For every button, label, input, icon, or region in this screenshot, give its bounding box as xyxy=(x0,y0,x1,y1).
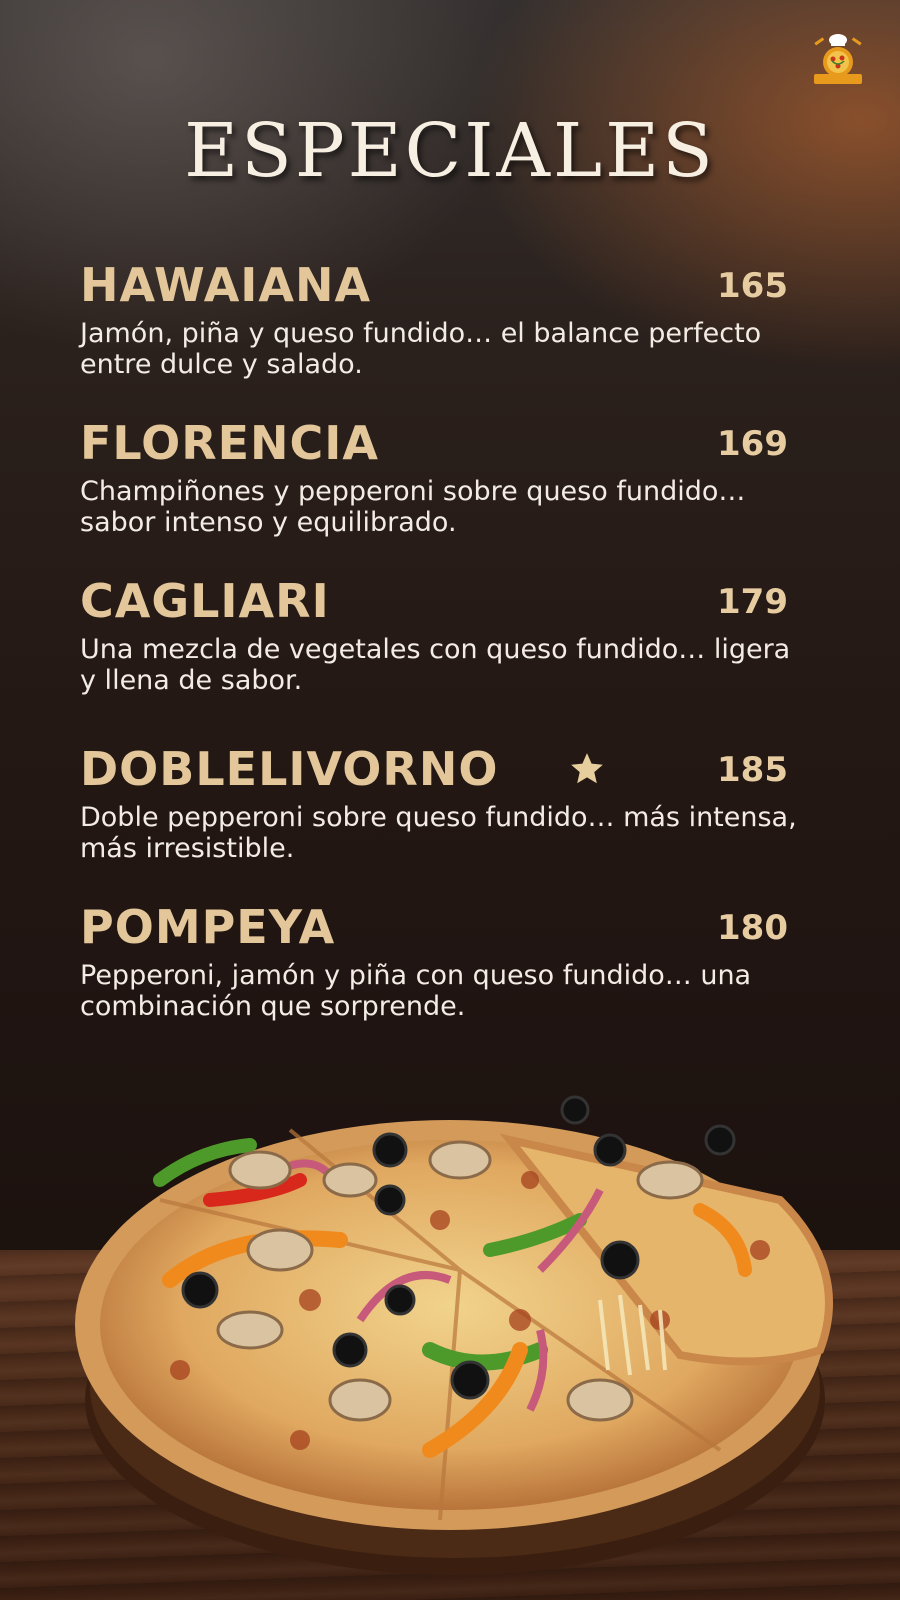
item-price: 165 xyxy=(717,266,788,306)
item-description: Doble pepperoni sobre queso fundido… más… xyxy=(80,802,797,864)
menu-item-florencia: FLORENCIA 169 Champiñones y pepperoni so… xyxy=(80,416,800,538)
item-description: Pepperoni, jamón y piña con queso fundid… xyxy=(80,960,752,1022)
menu-item-cagliari: CAGLIARI 179 Una mezcla de vegetales con… xyxy=(80,574,800,696)
item-description: Jamón, piña y queso fundido… el balance … xyxy=(80,318,762,380)
item-price: 179 xyxy=(717,582,788,622)
item-price: 185 xyxy=(717,750,788,790)
menu-item-pompeya: POMPEYA 180 Pepperoni, jamón y piña con … xyxy=(80,900,800,1022)
pizza-image xyxy=(75,1095,833,1575)
menu-item-hawaiana: HAWAIANA 165 Jamón, piña y queso fundido… xyxy=(80,258,800,380)
item-name: HAWAIANA xyxy=(80,258,372,312)
item-name: DOBLELIVORNO xyxy=(80,742,499,796)
menu-item-doblelivorno: DOBLELIVORNO 185 Doble pepperoni sobre q… xyxy=(80,742,800,864)
item-name: POMPEYA xyxy=(80,900,336,954)
item-price: 169 xyxy=(717,424,788,464)
item-name: CAGLIARI xyxy=(80,574,330,628)
item-description: Una mezcla de vegetales con queso fundid… xyxy=(80,634,791,696)
pizzeria-logo xyxy=(814,34,862,84)
item-name: FLORENCIA xyxy=(80,416,380,470)
item-price: 180 xyxy=(717,908,788,948)
star-icon xyxy=(571,753,603,784)
item-description: Champiñones y pepperoni sobre queso fund… xyxy=(80,476,746,538)
page-title: ESPECIALES xyxy=(184,108,716,194)
